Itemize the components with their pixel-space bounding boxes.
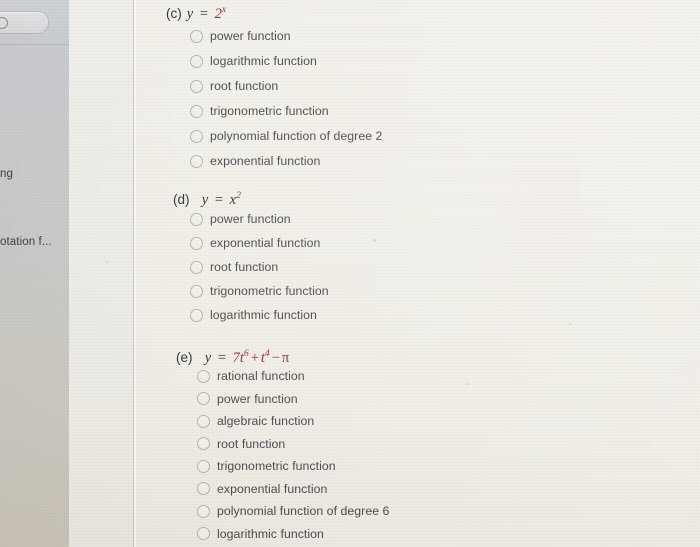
- radio-button-icon[interactable]: [197, 369, 210, 383]
- option-row[interactable]: root function: [197, 435, 389, 453]
- radio-button-icon[interactable]: [190, 79, 203, 93]
- radio-button-icon[interactable]: [190, 284, 203, 298]
- question-e-expression: y = 7t6 + t4− π: [197, 348, 290, 366]
- secondary-column: [69, 0, 133, 547]
- option-label: exponential function: [210, 236, 321, 250]
- search-icon: [0, 17, 8, 29]
- option-row[interactable]: algebraic function: [197, 412, 389, 430]
- question-d-options: power function exponential function root…: [190, 210, 329, 330]
- radio-button-icon[interactable]: [197, 392, 210, 405]
- radio-button-icon[interactable]: [197, 437, 210, 450]
- option-row[interactable]: root function: [190, 258, 329, 276]
- radio-button-icon[interactable]: [190, 129, 203, 143]
- question-content: (c) y = 2x power function logarithmic fun…: [133, 0, 700, 547]
- option-label: power function: [210, 212, 291, 226]
- option-label: trigonometric function: [217, 459, 336, 473]
- option-row[interactable]: power function: [190, 210, 329, 228]
- option-row[interactable]: polynomial function of degree 6: [197, 502, 389, 520]
- question-e-label: (e): [176, 350, 193, 365]
- radio-button-icon[interactable]: [190, 212, 203, 226]
- option-row[interactable]: logarithmic function: [190, 52, 382, 70]
- question-c-options: power function logarithmic function root…: [190, 27, 382, 177]
- sidebar-item-truncated-2[interactable]: otation f...: [0, 236, 52, 248]
- option-label: logarithmic function: [210, 308, 317, 322]
- radio-button-icon[interactable]: [190, 54, 203, 68]
- radio-button-icon[interactable]: [197, 459, 210, 473]
- question-d-stem: (d) y = x2: [173, 190, 241, 209]
- option-row[interactable]: trigonometric function: [190, 102, 382, 120]
- option-row[interactable]: trigonometric function: [190, 282, 329, 300]
- option-label: trigonometric function: [210, 104, 329, 118]
- option-label: logarithmic function: [217, 526, 324, 541]
- question-d-expression: y = x2: [194, 190, 241, 208]
- option-row[interactable]: polynomial function of degree 2: [190, 127, 382, 145]
- option-label: trigonometric function: [210, 284, 329, 298]
- option-label: root function: [210, 260, 279, 274]
- option-label: root function: [217, 436, 286, 451]
- option-row[interactable]: logarithmic function: [190, 306, 329, 324]
- option-label: power function: [210, 29, 291, 43]
- option-row[interactable]: exponential function: [197, 480, 389, 498]
- option-label: polynomial function of degree 6: [217, 504, 390, 518]
- option-label: logarithmic function: [210, 54, 317, 68]
- option-label: exponential function: [217, 481, 328, 496]
- option-row[interactable]: power function: [190, 27, 382, 45]
- search-input[interactable]: [0, 11, 49, 34]
- option-row[interactable]: logarithmic function: [197, 525, 389, 543]
- question-c-expression: y = 2x: [186, 4, 227, 22]
- radio-button-icon[interactable]: [190, 236, 203, 250]
- option-label: polynomial function of degree 2: [210, 129, 383, 143]
- option-row[interactable]: exponential function: [190, 152, 382, 170]
- radio-button-icon[interactable]: [197, 414, 210, 428]
- radio-button-icon[interactable]: [190, 29, 203, 43]
- radio-button-icon[interactable]: [190, 104, 203, 118]
- radio-button-icon[interactable]: [190, 260, 203, 274]
- option-label: rational function: [217, 369, 305, 383]
- question-d-label: (d): [173, 192, 190, 207]
- sidebar-item-truncated-1[interactable]: ng: [0, 168, 13, 180]
- option-row[interactable]: trigonometric function: [197, 457, 389, 475]
- question-c-stem: (c) y = 2x: [166, 4, 227, 23]
- left-sidebar: ng otation f...: [0, 0, 70, 547]
- option-label: root function: [210, 79, 279, 93]
- option-label: algebraic function: [217, 414, 315, 428]
- radio-button-icon[interactable]: [190, 154, 203, 168]
- screenshot-root: ng otation f... (c) y = 2x power function…: [0, 0, 700, 547]
- question-c-label: (c): [166, 6, 182, 21]
- option-row[interactable]: rational function: [197, 367, 389, 385]
- option-row[interactable]: root function: [190, 77, 382, 95]
- radio-button-icon[interactable]: [197, 527, 210, 540]
- radio-button-icon[interactable]: [197, 482, 210, 495]
- option-label: power function: [217, 391, 298, 406]
- radio-button-icon[interactable]: [197, 504, 210, 518]
- radio-button-icon[interactable]: [190, 308, 203, 322]
- option-label: exponential function: [210, 154, 321, 168]
- option-row[interactable]: power function: [197, 390, 389, 408]
- question-e-options: rational function power function algebra…: [197, 367, 389, 547]
- option-row[interactable]: exponential function: [190, 234, 329, 252]
- question-e-stem: (e) y = 7t6 + t4− π: [176, 348, 290, 367]
